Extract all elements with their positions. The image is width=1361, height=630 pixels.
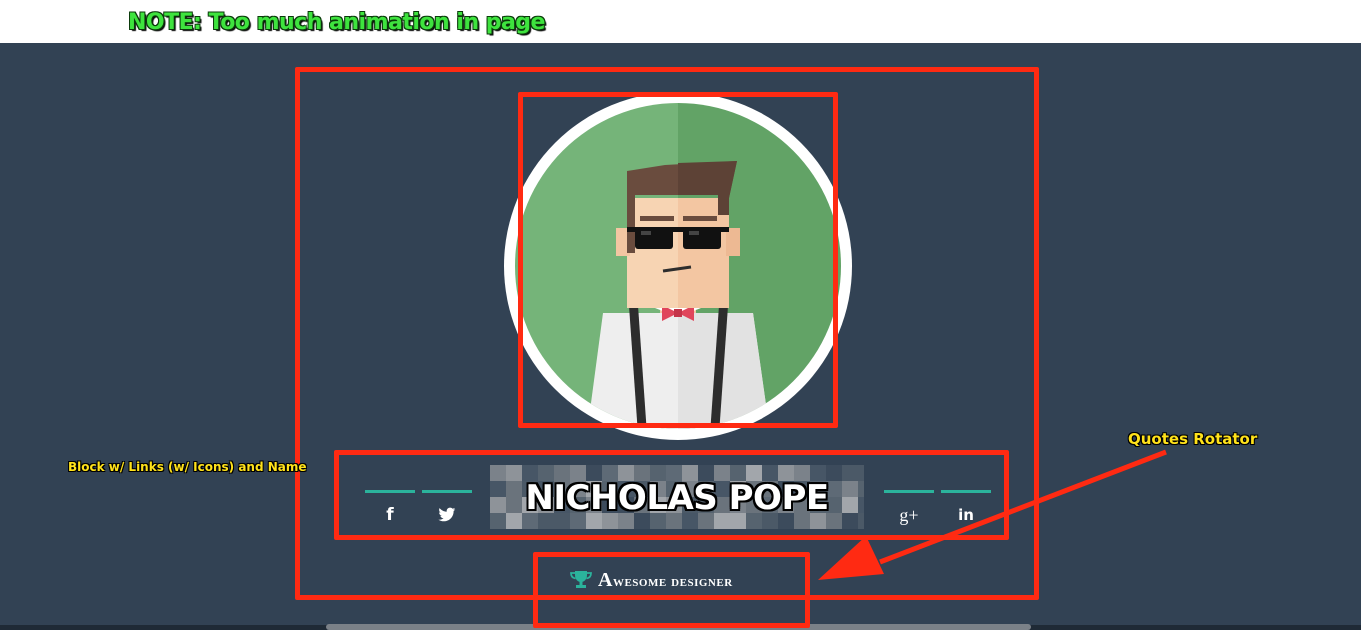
- annotation-box-links: [334, 450, 1009, 540]
- annotation-note: NOTE: Too much animation in page: [128, 10, 545, 35]
- annotation-quotes-label: Quotes Rotator: [1128, 430, 1258, 448]
- annotation-box-quote: [533, 552, 810, 628]
- annotation-box-avatar: [518, 92, 838, 428]
- annotation-links-label: Block w/ Links (w/ Icons) and Name: [68, 460, 307, 474]
